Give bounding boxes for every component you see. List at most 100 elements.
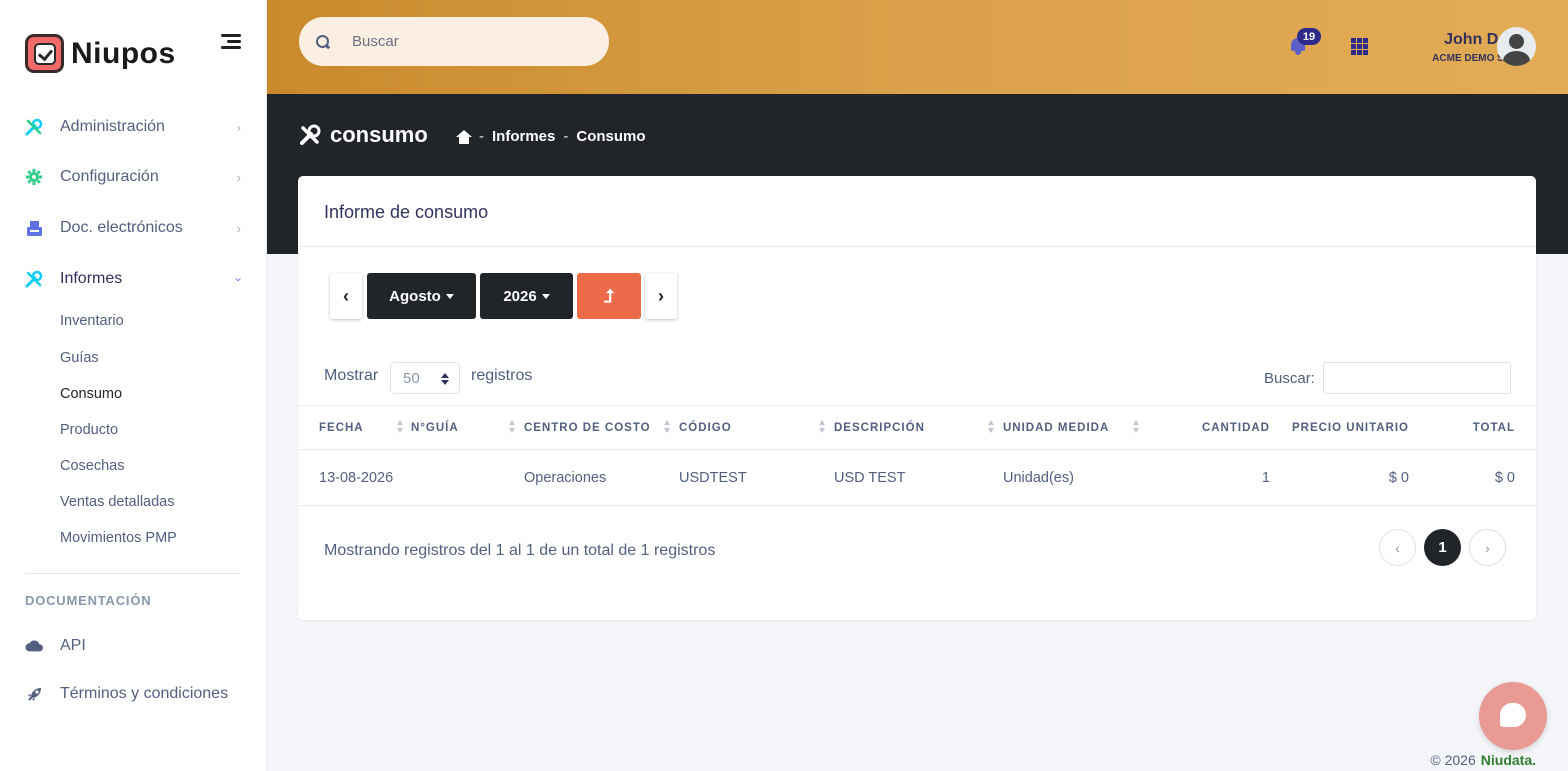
table-filter-input[interactable] (1323, 362, 1511, 394)
sidebar-item-label: Doc. electrónicos (60, 219, 183, 236)
sidebar-subitem-ventas-detalladas[interactable]: Ventas detalladas (60, 494, 174, 510)
month-label: Agosto (389, 287, 441, 305)
sidebar-subitem-consumo[interactable]: Consumo (60, 386, 122, 402)
cell-descripcion: USD TEST (834, 449, 1003, 506)
cell-guia (411, 449, 524, 506)
page-size-select[interactable]: 50 (390, 362, 460, 394)
card-title: Informe de consumo (298, 176, 1536, 247)
breadcrumb: - Informes - Consumo (456, 128, 646, 145)
sort-icon (509, 420, 517, 434)
sidebar: Niupos Administración › Configuración › … (0, 0, 267, 771)
select-arrows-icon (441, 373, 449, 385)
export-icon: ⮥ (603, 285, 615, 306)
sidebar-item-label: Administración (60, 118, 165, 135)
notification-badge: 19 (1297, 28, 1321, 45)
chevron-down-icon: › (231, 276, 247, 282)
sidebar-item-label: Configuración (60, 168, 159, 185)
caret-down-icon (445, 293, 454, 299)
tools-icon (299, 124, 321, 146)
chat-button[interactable] (1479, 682, 1547, 750)
export-button[interactable]: ⮥ (577, 273, 641, 319)
logo-icon (25, 34, 64, 73)
sidebar-subitem-inventario[interactable]: Inventario (60, 313, 124, 329)
column-header[interactable]: N°GUÍA (411, 405, 524, 450)
consumption-table: FECHA N°GUÍA CENTRO DE COSTO CÓDIGO DESC… (298, 405, 1536, 506)
next-month-button[interactable]: › (645, 273, 677, 319)
search-icon (316, 34, 330, 49)
table-row[interactable]: 13-08-2026 Operaciones USDTEST USD TEST … (298, 449, 1536, 506)
chevron-left-icon: ‹ (343, 285, 349, 306)
brand-logo[interactable]: Niupos (25, 34, 176, 73)
sidebar-subitem-cosechas[interactable]: Cosechas (60, 458, 124, 474)
brand-name: Niupos (71, 36, 176, 70)
report-card: Informe de consumo ‹ Agosto 2026 ⮥ › Mos… (298, 176, 1536, 620)
chat-icon (1500, 703, 1526, 727)
records-label: registros (471, 367, 533, 384)
sidebar-subitem-guias[interactable]: Guías (60, 350, 99, 366)
chevron-right-icon: › (236, 169, 241, 185)
sidebar-item-doc-electronicos[interactable]: Doc. electrónicos › (25, 213, 243, 243)
column-header[interactable]: CENTRO DE COSTO (524, 405, 679, 450)
cell-precio: $ 0 (1270, 449, 1409, 506)
sidebar-item-api[interactable]: API (25, 631, 243, 661)
avatar[interactable] (1497, 27, 1536, 66)
column-header[interactable]: UNIDAD MEDIDA (1003, 405, 1147, 450)
table-info: Mostrando registros del 1 al 1 de un tot… (324, 542, 716, 559)
chevron-right-icon: › (658, 285, 664, 306)
sidebar-toggle-icon[interactable] (221, 34, 241, 50)
column-header[interactable]: TOTAL (1409, 405, 1536, 450)
pagination-prev[interactable]: ‹ (1379, 529, 1416, 566)
caret-down-icon (541, 293, 550, 299)
apps-grid-icon[interactable] (1351, 38, 1368, 55)
search-input[interactable] (352, 33, 582, 50)
global-search[interactable] (299, 17, 609, 66)
cell-cantidad: 1 (1147, 449, 1270, 506)
gear-icon (25, 168, 43, 186)
table-header-row: FECHA N°GUÍA CENTRO DE COSTO CÓDIGO DESC… (298, 405, 1536, 450)
cloud-icon (25, 637, 43, 655)
sidebar-divider (25, 573, 240, 574)
cell-unidad: Unidad(es) (1003, 449, 1147, 506)
column-header[interactable]: DESCRIPCIÓN (834, 405, 1003, 450)
sort-icon (1133, 420, 1141, 434)
home-icon[interactable] (456, 129, 472, 144)
topbar: 19 John Doe ACME DEMO SPA (267, 0, 1568, 94)
breadcrumb-informes[interactable]: Informes (492, 128, 555, 145)
cell-centro-costo: Operaciones (524, 449, 679, 506)
rocket-icon (25, 685, 43, 703)
year-dropdown[interactable]: 2026 (480, 273, 573, 319)
sidebar-subitem-movimientos-pmp[interactable]: Movimientos PMP (60, 530, 177, 546)
sort-icon (664, 420, 672, 434)
footer-company-link[interactable]: Niudata. (1481, 752, 1536, 768)
sort-icon (819, 420, 827, 434)
chevron-left-icon: ‹ (1395, 539, 1400, 556)
sidebar-section-title: DOCUMENTACIÓN (25, 593, 152, 608)
sidebar-item-informes[interactable]: Informes › (25, 264, 247, 294)
breadcrumb-separator: - (479, 128, 484, 145)
sidebar-item-administracion[interactable]: Administración › (25, 112, 243, 142)
column-header[interactable]: CANTIDAD (1147, 405, 1270, 450)
cell-fecha: 13-08-2026 (298, 449, 411, 506)
column-header[interactable]: PRECIO UNITARIO (1270, 405, 1409, 450)
column-header[interactable]: FECHA (298, 405, 411, 450)
month-dropdown[interactable]: Agosto (367, 273, 476, 319)
year-label: 2026 (503, 287, 537, 305)
breadcrumb-consumo: Consumo (576, 128, 646, 145)
sidebar-item-label: API (60, 637, 86, 654)
cell-total: $ 0 (1409, 449, 1536, 506)
footer: © 2026 Niudata. (1430, 752, 1536, 768)
sidebar-item-terminos[interactable]: Términos y condiciones (25, 679, 243, 709)
column-header[interactable]: CÓDIGO (679, 405, 834, 450)
pagination-page[interactable]: 1 (1424, 529, 1461, 566)
sidebar-subitem-producto[interactable]: Producto (60, 422, 118, 438)
chevron-right-icon: › (236, 220, 241, 236)
sidebar-item-label: Informes (60, 270, 123, 287)
sidebar-item-configuracion[interactable]: Configuración › (25, 162, 243, 192)
chevron-right-icon: › (1485, 539, 1490, 556)
prev-month-button[interactable]: ‹ (330, 273, 362, 319)
page-size-value: 50 (403, 370, 420, 387)
footer-copyright: © 2026 (1430, 752, 1476, 768)
pagination-next[interactable]: › (1469, 529, 1506, 566)
show-label: Mostrar (324, 367, 379, 384)
page-title: consumo (330, 122, 428, 147)
